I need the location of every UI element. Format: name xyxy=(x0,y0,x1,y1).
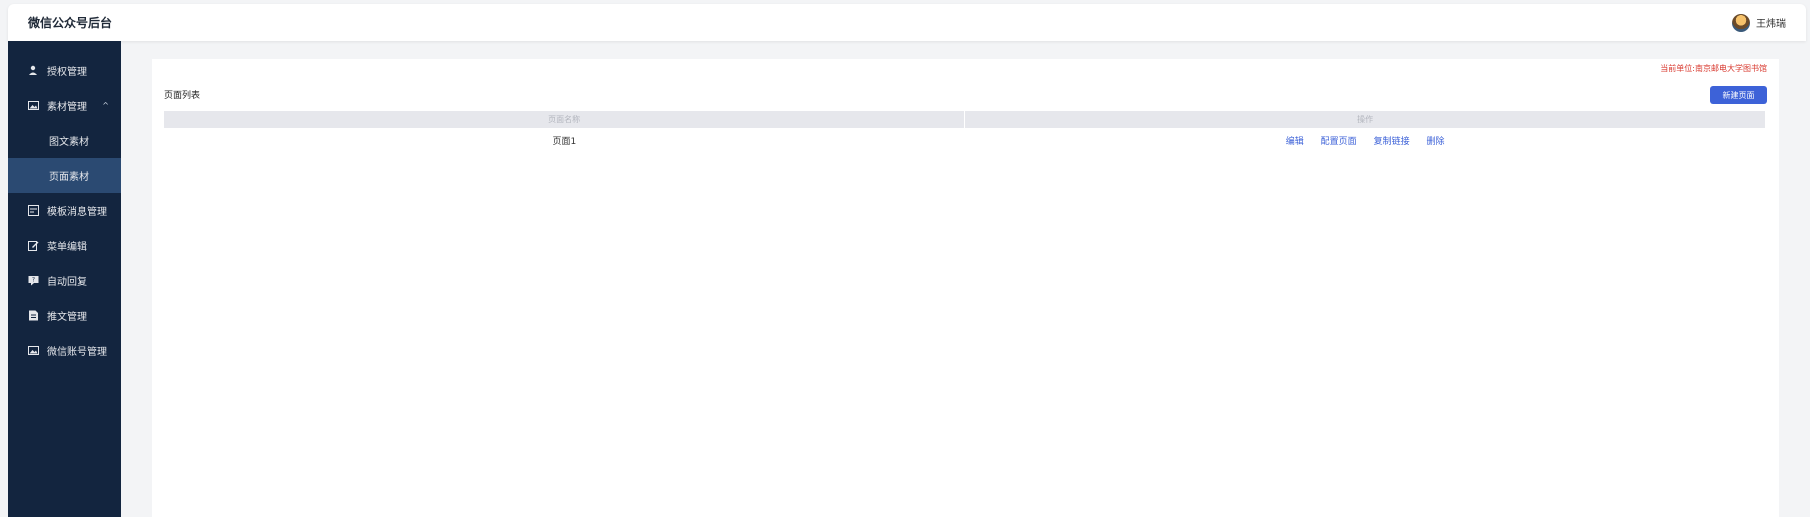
sidebar-item-label: 模板消息管理 xyxy=(47,207,107,218)
page-name-cell: 页面1 xyxy=(552,136,577,147)
new-page-button[interactable]: 新建页面 xyxy=(1710,86,1767,104)
reply-icon: ? xyxy=(28,275,39,286)
table-header-row: 页面名称 操作 xyxy=(164,111,1766,128)
app-title: 微信公众号后台 xyxy=(28,16,113,30)
current-unit-notice: 当前单位:南京邮电大学图书馆 xyxy=(1660,64,1767,73)
page-title: 页面列表 xyxy=(164,91,201,101)
delete-link[interactable]: 删除 xyxy=(1426,137,1444,147)
column-header-page-name: 页面名称 xyxy=(164,111,966,128)
sidebar: 授权管理 素材管理 ^ 图文素材 页面素材 模板消息管理 菜单编辑 ? 自动回复… xyxy=(8,41,121,517)
avatar[interactable] xyxy=(1732,13,1750,32)
sidebar-item-auto-reply[interactable]: ? 自动回复 xyxy=(8,263,121,298)
sidebar-item-article-material[interactable]: 图文素材 xyxy=(8,123,121,158)
actions-cell: 编辑 配置页面 复制链接 删除 xyxy=(965,128,1766,152)
sidebar-item-auth[interactable]: 授权管理 xyxy=(8,53,121,88)
copy-link-link[interactable]: 复制链接 xyxy=(1374,137,1410,147)
chevron-up-icon: ^ xyxy=(102,101,109,110)
user-icon xyxy=(28,65,39,76)
pages-table: 页面名称 操作 页面1 编辑 配置页面 复制链接 删除 xyxy=(164,111,1766,152)
configure-page-link[interactable]: 配置页面 xyxy=(1321,137,1357,147)
account-icon xyxy=(28,345,39,356)
sidebar-item-page-material[interactable]: 页面素材 xyxy=(8,158,121,193)
top-bar: 微信公众号后台 王炜瑞 xyxy=(8,4,1806,41)
column-header-actions: 操作 xyxy=(964,111,1766,128)
sidebar-item-materials[interactable]: 素材管理 ^ xyxy=(8,88,121,123)
main-panel: 当前单位:南京邮电大学图书馆 页面列表 新建页面 页面名称 操作 页面1 编辑 … xyxy=(152,59,1779,517)
sidebar-item-label: 推文管理 xyxy=(47,312,87,323)
document-icon xyxy=(28,310,39,321)
sidebar-item-posts[interactable]: 推文管理 xyxy=(8,298,121,333)
svg-text:?: ? xyxy=(32,277,35,284)
sidebar-item-wechat-accounts[interactable]: 微信账号管理 xyxy=(8,333,121,368)
user-name[interactable]: 王炜瑞 xyxy=(1756,15,1786,30)
sidebar-item-label: 素材管理 xyxy=(47,102,87,113)
edit-icon xyxy=(28,240,39,251)
user-menu[interactable]: 王炜瑞 xyxy=(1732,13,1786,32)
sidebar-item-label: 菜单编辑 xyxy=(47,242,87,253)
sidebar-item-label: 自动回复 xyxy=(47,277,87,288)
sidebar-item-menu-editor[interactable]: 菜单编辑 xyxy=(8,228,121,263)
image-icon xyxy=(28,100,39,111)
template-icon xyxy=(28,205,39,216)
sidebar-item-label: 微信账号管理 xyxy=(47,347,107,358)
table-row: 页面1 编辑 配置页面 复制链接 删除 xyxy=(164,128,1766,152)
sidebar-item-label: 授权管理 xyxy=(47,67,87,78)
edit-link[interactable]: 编辑 xyxy=(1286,137,1304,147)
sidebar-item-template-messages[interactable]: 模板消息管理 xyxy=(8,193,121,228)
